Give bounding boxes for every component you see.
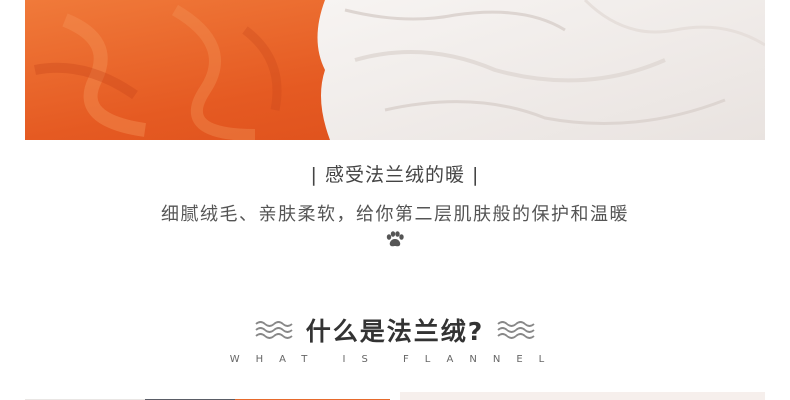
fabric-photo-right bbox=[400, 392, 765, 400]
flannel-fabric-photo bbox=[25, 0, 765, 140]
section-heading-row: 什么是法兰绒? bbox=[0, 312, 790, 348]
description: 细腻绒毛、亲肤柔软，给你第二层肌肤般的保护和温暖 bbox=[161, 204, 629, 225]
fabric-photo-left bbox=[25, 392, 390, 400]
section-title: 什么是法兰绒? bbox=[305, 317, 485, 346]
tagline: | 感受法兰绒的暖 | bbox=[310, 164, 480, 186]
section-subtitle: WHAT IS FLANNEL bbox=[229, 354, 561, 365]
paw-icon bbox=[386, 231, 404, 247]
fabric-illustration bbox=[25, 0, 765, 140]
wave-icon bbox=[255, 321, 293, 339]
wave-icon bbox=[497, 321, 535, 339]
